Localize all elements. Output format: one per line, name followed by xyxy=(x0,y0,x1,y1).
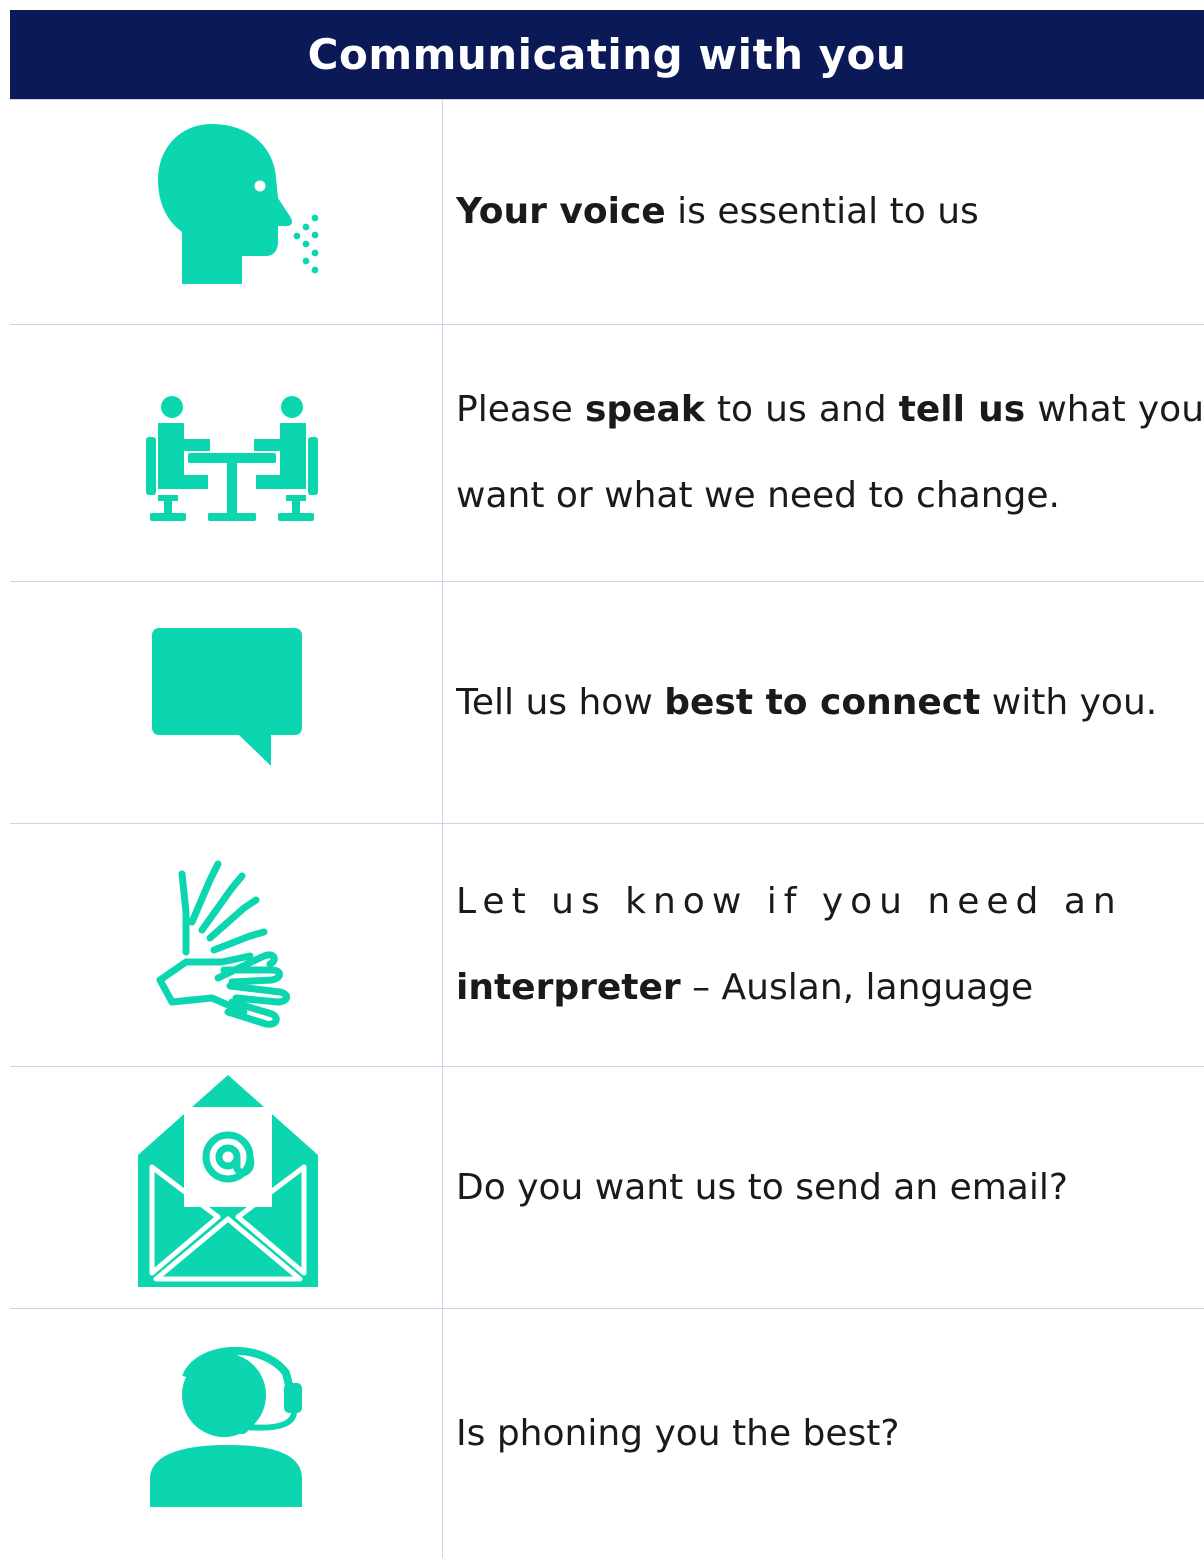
body-text: Is phoning you the best? xyxy=(456,1412,900,1454)
sign-language-hands-icon xyxy=(156,860,290,1028)
icon-cell xyxy=(10,100,443,324)
communication-document: Communicating with you Your voice is ess… xyxy=(10,10,1204,1558)
icon-cell xyxy=(10,1067,443,1308)
text-cell: Please speak to us and tell us what you … xyxy=(456,325,1204,581)
icon-cell xyxy=(10,325,443,581)
body-text: to us and xyxy=(704,389,899,430)
icon-cell xyxy=(10,824,443,1066)
row-interpreter: Let us know if you need an interpreter – … xyxy=(10,823,1204,1066)
speaking-head-icon xyxy=(158,124,319,284)
meeting-table-icon xyxy=(146,396,318,521)
emphasis-text: interpreter xyxy=(456,967,681,1008)
emphasis-text: tell us xyxy=(898,389,1026,430)
speech-bubble-icon xyxy=(152,628,302,766)
row-phone: Is phoning you the best? xyxy=(10,1308,1204,1558)
body-text: with you. xyxy=(980,681,1158,723)
icon-cell xyxy=(10,582,443,823)
row-speak-tell: Please speak to us and tell us what you … xyxy=(10,324,1204,581)
body-text: Let us know if you need an xyxy=(456,881,1123,922)
body-text: – Auslan, language xyxy=(680,967,1034,1008)
text-cell: Tell us how best to connect with you. xyxy=(456,582,1204,823)
body-text: Tell us how xyxy=(456,681,665,723)
email-envelope-icon xyxy=(138,1075,318,1287)
text-cell: Is phoning you the best? xyxy=(456,1309,1204,1558)
icon-cell xyxy=(10,1309,443,1558)
text-cell: Do you want us to send an email? xyxy=(456,1067,1204,1308)
row-best-to-connect: Tell us how best to connect with you. xyxy=(10,581,1204,823)
emphasis-text: speak xyxy=(584,389,705,430)
text-cell: Your voice is essential to us xyxy=(456,100,1204,324)
row-your-voice: Your voice is essential to us xyxy=(10,99,1204,324)
body-text: Do you want us to send an email? xyxy=(456,1166,1068,1208)
body-text: Please xyxy=(456,389,585,430)
page-title: Communicating with you xyxy=(10,10,1204,99)
body-text: is essential to us xyxy=(665,191,979,232)
emphasis-text: Your voice xyxy=(456,191,666,232)
row-email: Do you want us to send an email? xyxy=(10,1066,1204,1308)
headset-person-icon xyxy=(150,1347,302,1507)
text-cell: Let us know if you need an interpreter – … xyxy=(456,824,1204,1066)
emphasis-text: best to connect xyxy=(664,681,981,723)
